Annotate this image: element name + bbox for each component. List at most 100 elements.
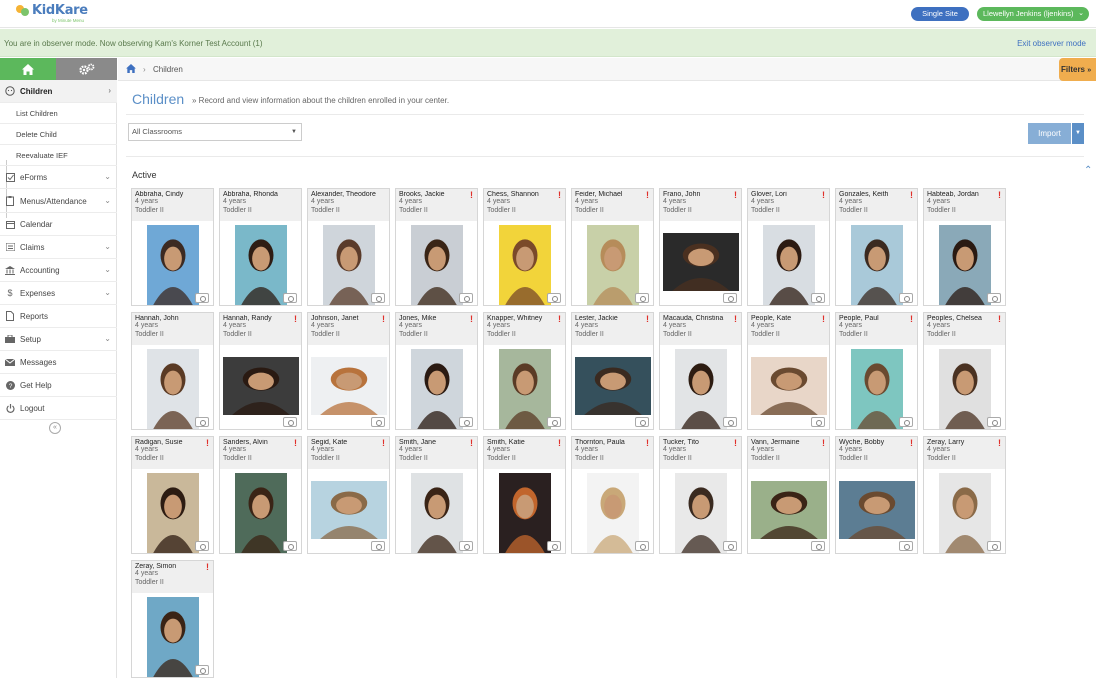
camera-icon[interactable]	[195, 665, 209, 675]
child-name[interactable]: Frano, John	[663, 191, 733, 198]
camera-icon[interactable]	[723, 293, 737, 303]
child-photo[interactable]	[234, 225, 287, 305]
child-name[interactable]: Segid, Kate	[311, 439, 381, 446]
alert-icon[interactable]: !	[998, 438, 1001, 448]
alert-icon[interactable]: !	[734, 190, 737, 200]
alert-icon[interactable]: !	[558, 438, 561, 448]
sidebar-item-setup[interactable]: Setup ⌄	[0, 328, 117, 351]
child-photo[interactable]	[750, 481, 827, 539]
child-card[interactable]: People, Kate 4 years Toddler II!	[747, 312, 830, 430]
child-name[interactable]: Sanders, Alvin	[223, 439, 293, 446]
child-photo[interactable]	[498, 349, 551, 429]
child-name[interactable]: Tucker, Tito	[663, 439, 733, 446]
child-photo[interactable]	[674, 473, 727, 553]
child-photo[interactable]	[322, 225, 375, 305]
alert-icon[interactable]: !	[294, 438, 297, 448]
sidebar-subitem-delete-child[interactable]: Delete Child	[0, 124, 117, 145]
import-dropdown-toggle[interactable]: ▼	[1072, 123, 1084, 144]
child-name[interactable]: Smith, Jane	[399, 439, 469, 446]
child-name[interactable]: Macauda, Christina	[663, 315, 733, 322]
sidebar-item-calendar[interactable]: Calendar	[0, 213, 117, 236]
alert-icon[interactable]: !	[206, 562, 209, 572]
child-card[interactable]: Smith, Katie 4 years Toddler II!	[483, 436, 566, 554]
sidebar-item-logout[interactable]: Logout	[0, 397, 117, 420]
kidkare-logo[interactable]: KidKare by Minute Menu	[16, 3, 88, 23]
child-photo[interactable]	[750, 357, 827, 415]
child-card[interactable]: Brooks, Jackie 4 years Toddler II!	[395, 188, 478, 306]
sidebar-item-eforms[interactable]: eForms ⌄	[0, 166, 117, 189]
child-card[interactable]: Tucker, Tito 4 years Toddler II!	[659, 436, 742, 554]
alert-icon[interactable]: !	[558, 190, 561, 200]
child-card[interactable]: Radigan, Susie 4 years Toddler II!	[131, 436, 214, 554]
child-name[interactable]: Zeray, Simon	[135, 563, 205, 570]
sidebar-item-children[interactable]: Children ›	[0, 80, 117, 103]
camera-icon[interactable]	[283, 293, 297, 303]
child-name[interactable]: Wyche, Bobby	[839, 439, 909, 446]
child-name[interactable]: Radigan, Susie	[135, 439, 205, 446]
alert-icon[interactable]: !	[558, 314, 561, 324]
child-photo[interactable]	[234, 473, 287, 553]
child-card[interactable]: Macauda, Christina 4 years Toddler II!	[659, 312, 742, 430]
camera-icon[interactable]	[987, 541, 1001, 551]
child-card[interactable]: Feider, Michael 4 years Toddler II!	[571, 188, 654, 306]
camera-icon[interactable]	[283, 541, 297, 551]
child-card[interactable]: Abbraha, Rhonda 4 years Toddler II	[219, 188, 302, 306]
child-card[interactable]: Frano, John 4 years Toddler II!	[659, 188, 742, 306]
child-card[interactable]: People, Paul 4 years Toddler II!	[835, 312, 918, 430]
camera-icon[interactable]	[723, 417, 737, 427]
child-name[interactable]: Gonzales, Keith	[839, 191, 909, 198]
child-photo[interactable]	[222, 357, 299, 415]
child-card[interactable]: Vann, Jermaine 4 years Toddler II!	[747, 436, 830, 554]
alert-icon[interactable]: !	[910, 438, 913, 448]
child-photo[interactable]	[498, 473, 551, 553]
sidebar-item-reports[interactable]: Reports	[0, 305, 117, 328]
alert-icon[interactable]: !	[206, 438, 209, 448]
camera-icon[interactable]	[811, 417, 825, 427]
child-card[interactable]: Thornton, Paula 4 years Toddler II!	[571, 436, 654, 554]
child-name[interactable]: Lester, Jackie	[575, 315, 645, 322]
child-card[interactable]: Zeray, Simon 4 years Toddler II!	[131, 560, 214, 678]
camera-icon[interactable]	[811, 541, 825, 551]
child-photo[interactable]	[586, 473, 639, 553]
camera-icon[interactable]	[459, 541, 473, 551]
child-photo[interactable]	[146, 349, 199, 429]
child-card[interactable]: Knapper, Whitney 4 years Toddler II!	[483, 312, 566, 430]
exit-observer-link[interactable]: Exit observer mode	[1017, 39, 1086, 48]
child-photo[interactable]	[410, 225, 463, 305]
camera-icon[interactable]	[899, 293, 913, 303]
child-photo[interactable]	[410, 349, 463, 429]
alert-icon[interactable]: !	[470, 190, 473, 200]
child-name[interactable]: Jones, Mike	[399, 315, 469, 322]
child-photo[interactable]	[310, 357, 387, 415]
child-card[interactable]: Abbraha, Cindy 4 years Toddler II	[131, 188, 214, 306]
child-card[interactable]: Wyche, Bobby 4 years Toddler II!	[835, 436, 918, 554]
camera-icon[interactable]	[459, 293, 473, 303]
child-photo[interactable]	[586, 225, 639, 305]
child-name[interactable]: Zeray, Larry	[927, 439, 997, 446]
child-card[interactable]: Smith, Jane 4 years Toddler II!	[395, 436, 478, 554]
camera-icon[interactable]	[195, 417, 209, 427]
camera-icon[interactable]	[635, 293, 649, 303]
alert-icon[interactable]: !	[998, 314, 1001, 324]
sidebar-item-get-help[interactable]: ? Get Help	[0, 374, 117, 397]
alert-icon[interactable]: !	[646, 314, 649, 324]
child-card[interactable]: Habteab, Jordan 4 years Toddler II!	[923, 188, 1006, 306]
child-name[interactable]: Feider, Michael	[575, 191, 645, 198]
collapse-sidebar-button[interactable]: «	[49, 422, 61, 434]
camera-icon[interactable]	[635, 417, 649, 427]
child-photo[interactable]	[498, 225, 551, 305]
alert-icon[interactable]: !	[294, 314, 297, 324]
child-photo[interactable]	[762, 225, 815, 305]
child-name[interactable]: People, Paul	[839, 315, 909, 322]
alert-icon[interactable]: !	[998, 190, 1001, 200]
child-card[interactable]: Peoples, Chelsea 4 years Toddler II!	[923, 312, 1006, 430]
settings-tab[interactable]	[56, 58, 117, 80]
child-name[interactable]: People, Kate	[751, 315, 821, 322]
camera-icon[interactable]	[283, 417, 297, 427]
sidebar-item-expenses[interactable]: $ Expenses ⌄	[0, 282, 117, 305]
sidebar-item-claims[interactable]: Claims ⌄	[0, 236, 117, 259]
alert-icon[interactable]: !	[910, 190, 913, 200]
camera-icon[interactable]	[459, 417, 473, 427]
child-photo[interactable]	[662, 233, 739, 291]
alert-icon[interactable]: !	[822, 314, 825, 324]
